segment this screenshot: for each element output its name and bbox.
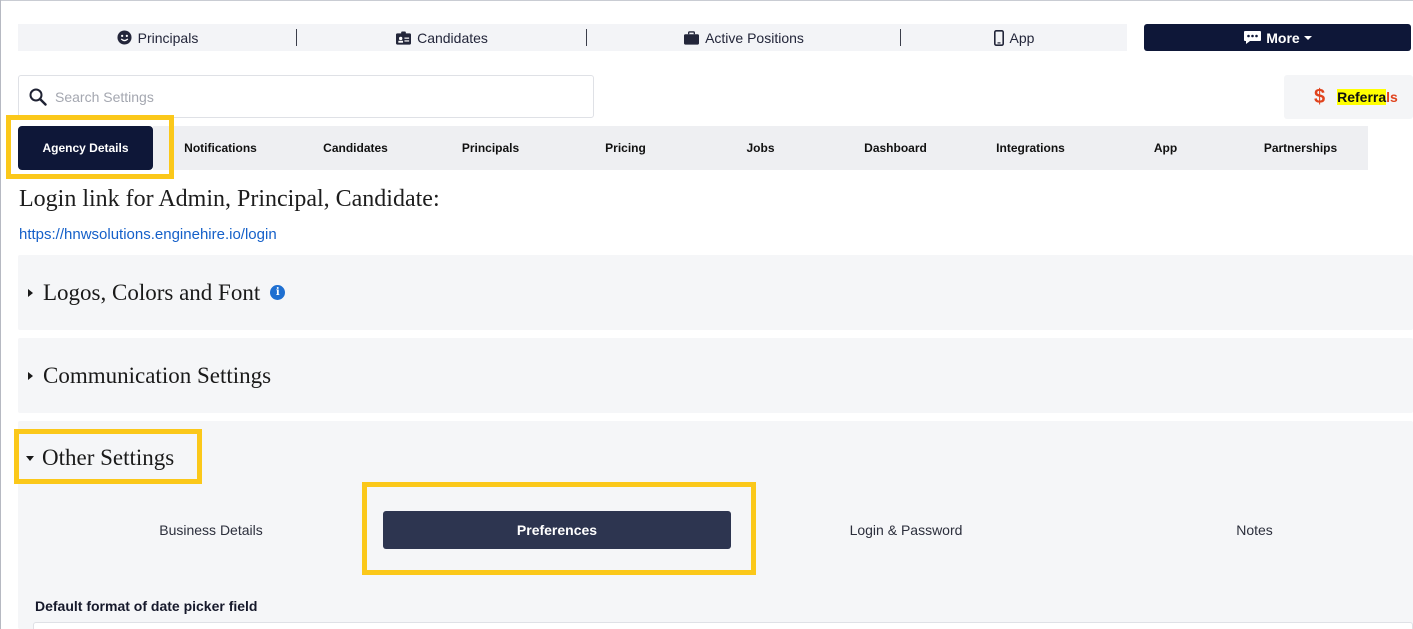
section-logos-title: Logos, Colors and Font: [43, 279, 261, 305]
smile-icon: [117, 30, 132, 45]
tab-principals[interactable]: Principals: [423, 126, 558, 170]
comment-dots-icon: [1243, 30, 1262, 45]
briefcase-icon: [684, 30, 700, 45]
referrals-label-highlighted: Referra: [1337, 89, 1387, 105]
tab-integrations[interactable]: Integrations: [963, 126, 1098, 170]
nav-active-positions[interactable]: Active Positions: [587, 24, 901, 51]
login-link[interactable]: https://hnwsolutions.enginehire.io/login: [19, 226, 277, 243]
dollar-icon: $: [1314, 85, 1326, 108]
settings-tabs: Agency Details Notifications Candidates …: [18, 126, 1368, 170]
top-nav: Principals Candidates Active Positions A…: [18, 24, 1411, 51]
tab-partnerships[interactable]: Partnerships: [1233, 126, 1368, 170]
top-border: [0, 0, 1413, 1]
subtab-business-details[interactable]: Business Details: [18, 511, 404, 549]
section-communication-header[interactable]: Communication Settings: [18, 338, 1413, 413]
date-format-label: Default format of date picker field: [35, 598, 258, 614]
more-menu-button[interactable]: More: [1144, 24, 1411, 51]
search-input[interactable]: [55, 88, 555, 105]
nav-app[interactable]: App: [901, 24, 1127, 51]
referrals-label-rest: ls: [1386, 89, 1398, 105]
subtab-login-password[interactable]: Login & Password: [731, 511, 1081, 549]
tab-candidates[interactable]: Candidates: [288, 126, 423, 170]
tab-dashboard[interactable]: Dashboard: [828, 126, 963, 170]
section-communication-settings: Communication Settings: [18, 338, 1413, 413]
referrals-button[interactable]: $ Referra ls: [1284, 75, 1413, 119]
nav-active-positions-label: Active Positions: [705, 29, 804, 46]
section-logos-header[interactable]: Logos, Colors and Font i: [18, 255, 1413, 330]
highlight-box-agency-details: [6, 115, 174, 179]
id-badge-icon: [396, 30, 412, 45]
left-border: [0, 0, 1, 629]
caret-down-icon: [1303, 35, 1312, 40]
search-icon: [29, 88, 47, 106]
tab-app[interactable]: App: [1098, 126, 1233, 170]
nav-principals[interactable]: Principals: [18, 24, 297, 51]
section-communication-title: Communication Settings: [43, 362, 272, 388]
date-format-select[interactable]: [33, 622, 1413, 629]
nav-candidates[interactable]: Candidates: [297, 24, 587, 51]
section-logos-colors-font: Logos, Colors and Font i: [18, 255, 1413, 330]
nav-app-label: App: [1009, 29, 1035, 46]
mobile-icon: [993, 29, 1004, 46]
caret-right-icon: [28, 371, 33, 380]
search-box: [18, 75, 594, 118]
subtab-notes[interactable]: Notes: [1081, 511, 1413, 549]
login-link-heading: Login link for Admin, Principal, Candida…: [19, 186, 440, 212]
tab-pricing[interactable]: Pricing: [558, 126, 693, 170]
tab-jobs[interactable]: Jobs: [693, 126, 828, 170]
nav-principals-label: Principals: [137, 29, 199, 46]
more-menu-label: More: [1266, 29, 1300, 46]
highlight-box-other-settings: [14, 429, 202, 484]
highlight-box-preferences: [362, 482, 756, 575]
info-icon[interactable]: i: [270, 285, 286, 300]
caret-right-icon: [28, 288, 33, 297]
nav-candidates-label: Candidates: [417, 29, 488, 46]
